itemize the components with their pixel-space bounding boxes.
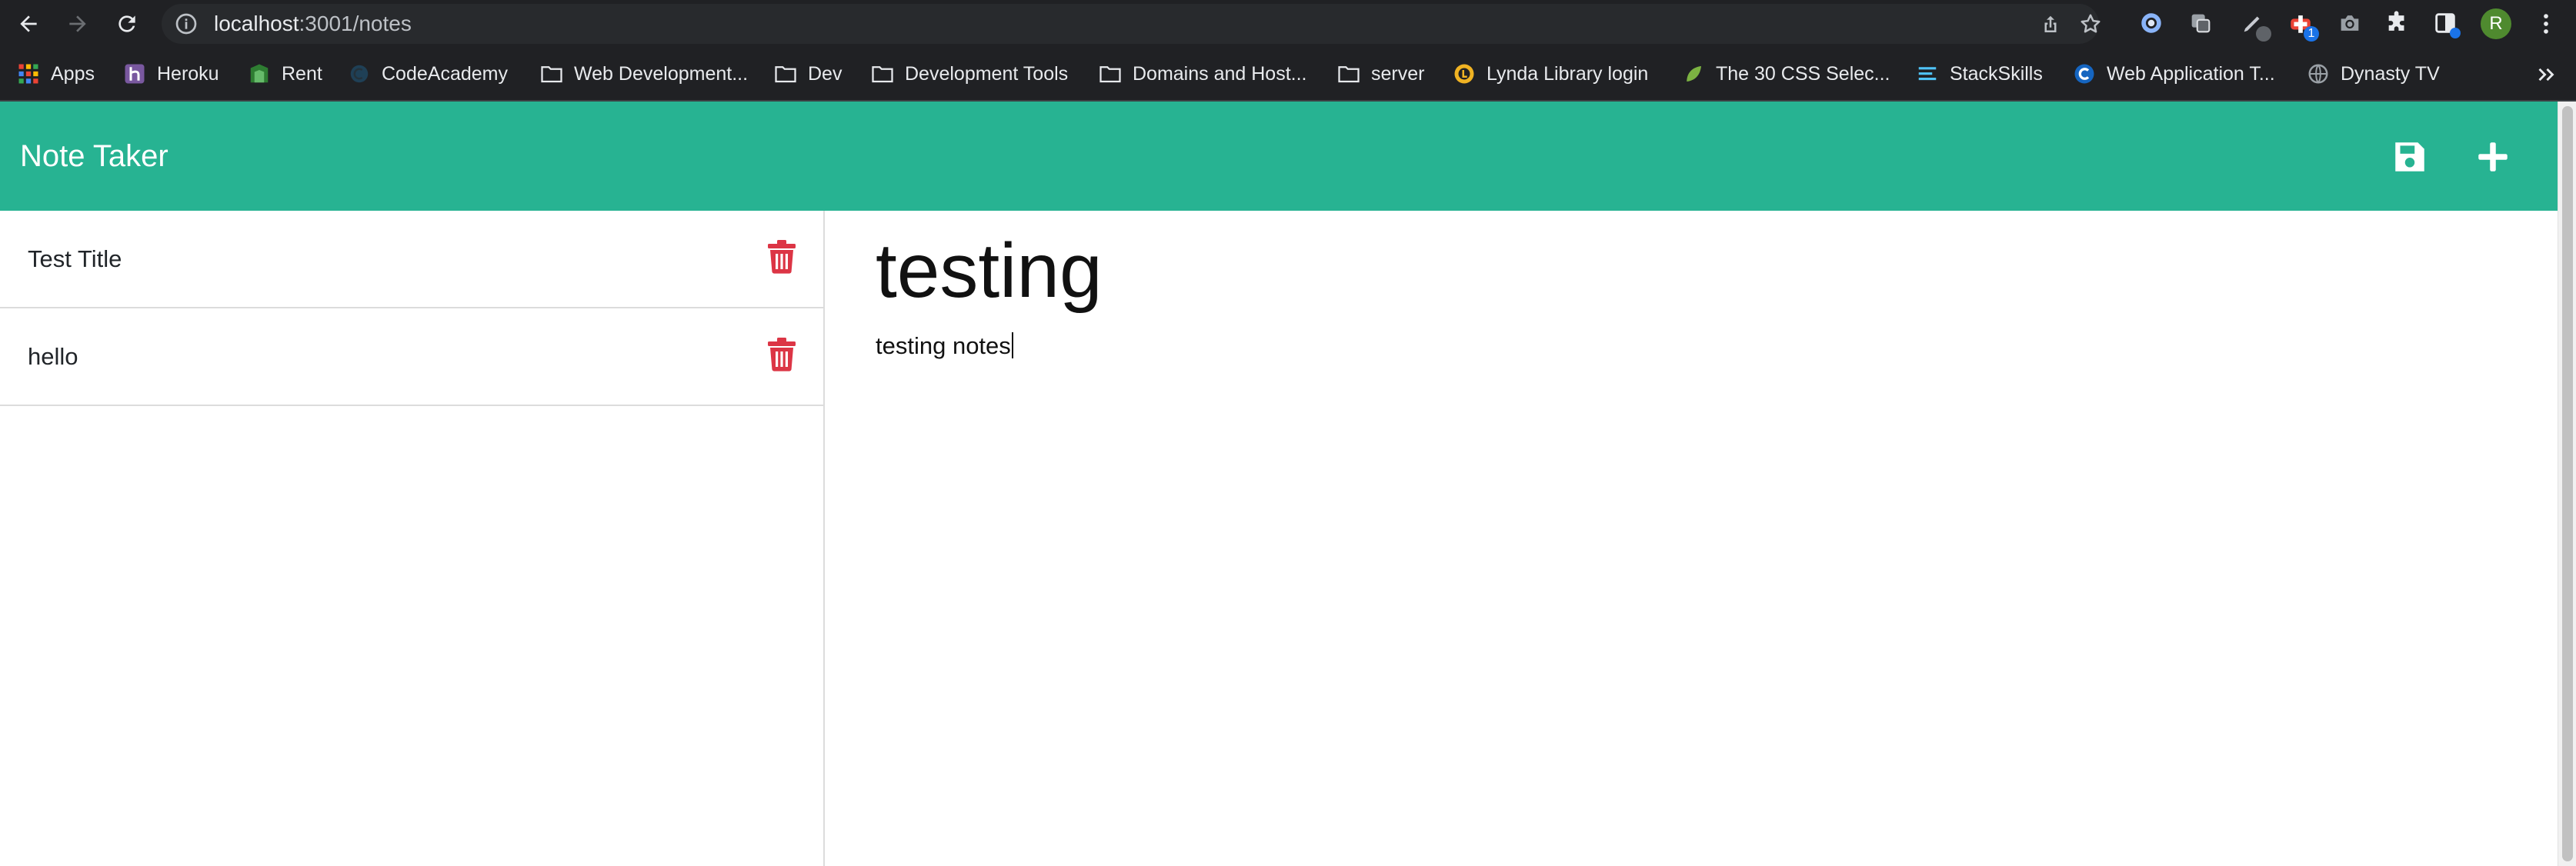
more-bookmarks-icon[interactable] bbox=[2533, 62, 2559, 88]
note-taker-app: Note Taker Test Title hello testing test… bbox=[0, 102, 2576, 866]
folder-icon bbox=[872, 66, 893, 83]
bookmark-lynda[interactable]: Lynda Library login bbox=[1453, 48, 1648, 100]
bookmark-codeacademy[interactable]: CodeAcademy bbox=[348, 48, 508, 100]
back-arrow-icon bbox=[20, 15, 37, 32]
bookmark-label: Rent bbox=[282, 62, 322, 85]
bookmark-apps[interactable]: Apps bbox=[17, 48, 95, 100]
browser-menu-icon[interactable] bbox=[2533, 11, 2559, 37]
page-scrollbar[interactable] bbox=[2558, 102, 2576, 866]
rent-icon bbox=[250, 64, 269, 83]
forward-arrow-icon bbox=[69, 15, 86, 32]
note-title-input[interactable]: testing bbox=[876, 226, 1103, 315]
new-note-button[interactable] bbox=[2471, 135, 2514, 178]
app-brand[interactable]: Note Taker bbox=[20, 102, 169, 211]
text-caret bbox=[1011, 332, 1013, 358]
url-host: localhost bbox=[214, 12, 299, 35]
reload-button[interactable] bbox=[108, 5, 146, 43]
folder-icon bbox=[775, 66, 796, 83]
forward-button[interactable] bbox=[58, 5, 97, 43]
note-title: Test Title bbox=[28, 245, 122, 272]
address-bar[interactable]: localhost:3001/notes bbox=[162, 4, 2099, 44]
stackskills-icon bbox=[1918, 67, 1937, 81]
scrollbar-thumb[interactable] bbox=[2562, 106, 2573, 861]
extension-1[interactable] bbox=[2137, 9, 2165, 37]
bookmark-web-application[interactable]: Web Application T... bbox=[2073, 48, 2275, 100]
extensions-button[interactable] bbox=[2384, 9, 2411, 37]
save-icon bbox=[2395, 142, 2424, 172]
note-editor: testing testing notes bbox=[825, 211, 2558, 866]
bookmark-label: StackSkills bbox=[1950, 62, 2043, 85]
c-logo-icon bbox=[2074, 64, 2094, 84]
globe-icon bbox=[2308, 64, 2328, 84]
list-item[interactable]: hello bbox=[0, 308, 823, 406]
extension-5[interactable] bbox=[2336, 9, 2364, 37]
folder-icon bbox=[541, 66, 562, 83]
bookmark-star-icon[interactable] bbox=[2079, 12, 2102, 35]
browser-toolbar: localhost:3001/notes 1 R bbox=[0, 0, 2576, 48]
heroku-icon bbox=[125, 64, 145, 84]
bookmark-label: Heroku bbox=[157, 62, 219, 85]
side-panel-dot bbox=[2450, 28, 2461, 38]
note-text: testing notes bbox=[876, 332, 1011, 359]
leaf-icon bbox=[1687, 66, 1701, 82]
layers-extension-icon bbox=[2191, 14, 2211, 33]
extension-4-badge: 1 bbox=[2304, 26, 2319, 42]
folder-icon bbox=[1099, 66, 1121, 83]
profile-avatar[interactable]: R bbox=[2481, 8, 2511, 39]
url-path: :3001/notes bbox=[299, 12, 412, 35]
extension-4[interactable]: 1 bbox=[2287, 9, 2319, 42]
bookmark-label: Development Tools bbox=[905, 62, 1069, 85]
extension-3-badge bbox=[2256, 26, 2271, 42]
note-list: Test Title hello bbox=[0, 211, 825, 866]
extension-3[interactable] bbox=[2239, 9, 2271, 42]
lynda-icon bbox=[1454, 64, 1474, 84]
back-button[interactable] bbox=[9, 5, 48, 43]
site-info-icon[interactable] bbox=[174, 12, 199, 36]
puzzle-icon bbox=[2388, 11, 2404, 31]
url-text: localhost:3001/notes bbox=[214, 4, 412, 44]
bookmark-label: The 30 CSS Selec... bbox=[1716, 62, 1890, 85]
bookmark-folder-dev[interactable]: Dev bbox=[774, 48, 842, 100]
bookmark-label: Dynasty TV bbox=[2341, 62, 2440, 85]
bookmark-label: Domains and Host... bbox=[1133, 62, 1307, 85]
bookmark-rent[interactable]: Rent bbox=[248, 48, 322, 100]
bookmark-label: Apps bbox=[51, 62, 95, 85]
share-icon[interactable] bbox=[2039, 13, 2062, 36]
note-text-area[interactable]: testing notes bbox=[876, 331, 1013, 361]
bookmark-css-selectors[interactable]: The 30 CSS Selec... bbox=[1682, 48, 1890, 100]
bookmark-label: Dev bbox=[808, 62, 843, 85]
ring-extension-icon bbox=[2141, 13, 2161, 33]
codeacademy-icon bbox=[350, 65, 369, 83]
bookmark-heroku[interactable]: Heroku bbox=[123, 48, 219, 100]
bookmark-folder-server[interactable]: server bbox=[1337, 48, 1424, 100]
list-item[interactable]: Test Title bbox=[0, 211, 823, 308]
app-navbar: Note Taker bbox=[0, 102, 2558, 211]
bookmark-label: CodeAcademy bbox=[382, 62, 508, 85]
trash-icon[interactable] bbox=[766, 240, 797, 274]
reload-icon bbox=[118, 15, 135, 32]
bookmark-label: Web Development... bbox=[574, 62, 749, 85]
bookmark-folder-domains[interactable]: Domains and Host... bbox=[1099, 48, 1307, 100]
reading-list-button[interactable] bbox=[2431, 9, 2461, 38]
extension-2[interactable] bbox=[2187, 9, 2214, 37]
apps-grid-icon bbox=[18, 64, 38, 84]
plus-icon bbox=[2478, 142, 2508, 172]
folder-icon bbox=[1338, 66, 1360, 83]
bookmark-label: server bbox=[1371, 62, 1425, 85]
bookmark-stackskills[interactable]: StackSkills bbox=[1916, 48, 2043, 100]
bookmark-label: Web Application T... bbox=[2107, 62, 2275, 85]
bookmark-label: Lynda Library login bbox=[1487, 62, 1649, 85]
bookmarks-bar: Apps Heroku Rent CodeAcademy Web Develop… bbox=[0, 48, 2576, 102]
bookmark-folder-web-development[interactable]: Web Development... bbox=[540, 48, 748, 100]
camera-extension-icon bbox=[2341, 15, 2359, 31]
save-note-button[interactable] bbox=[2388, 135, 2431, 178]
bookmark-dynasty-tv[interactable]: Dynasty TV bbox=[2307, 48, 2440, 100]
bookmark-folder-development-tools[interactable]: Development Tools bbox=[871, 48, 1068, 100]
trash-icon[interactable] bbox=[766, 338, 797, 371]
note-title: hello bbox=[28, 343, 78, 370]
